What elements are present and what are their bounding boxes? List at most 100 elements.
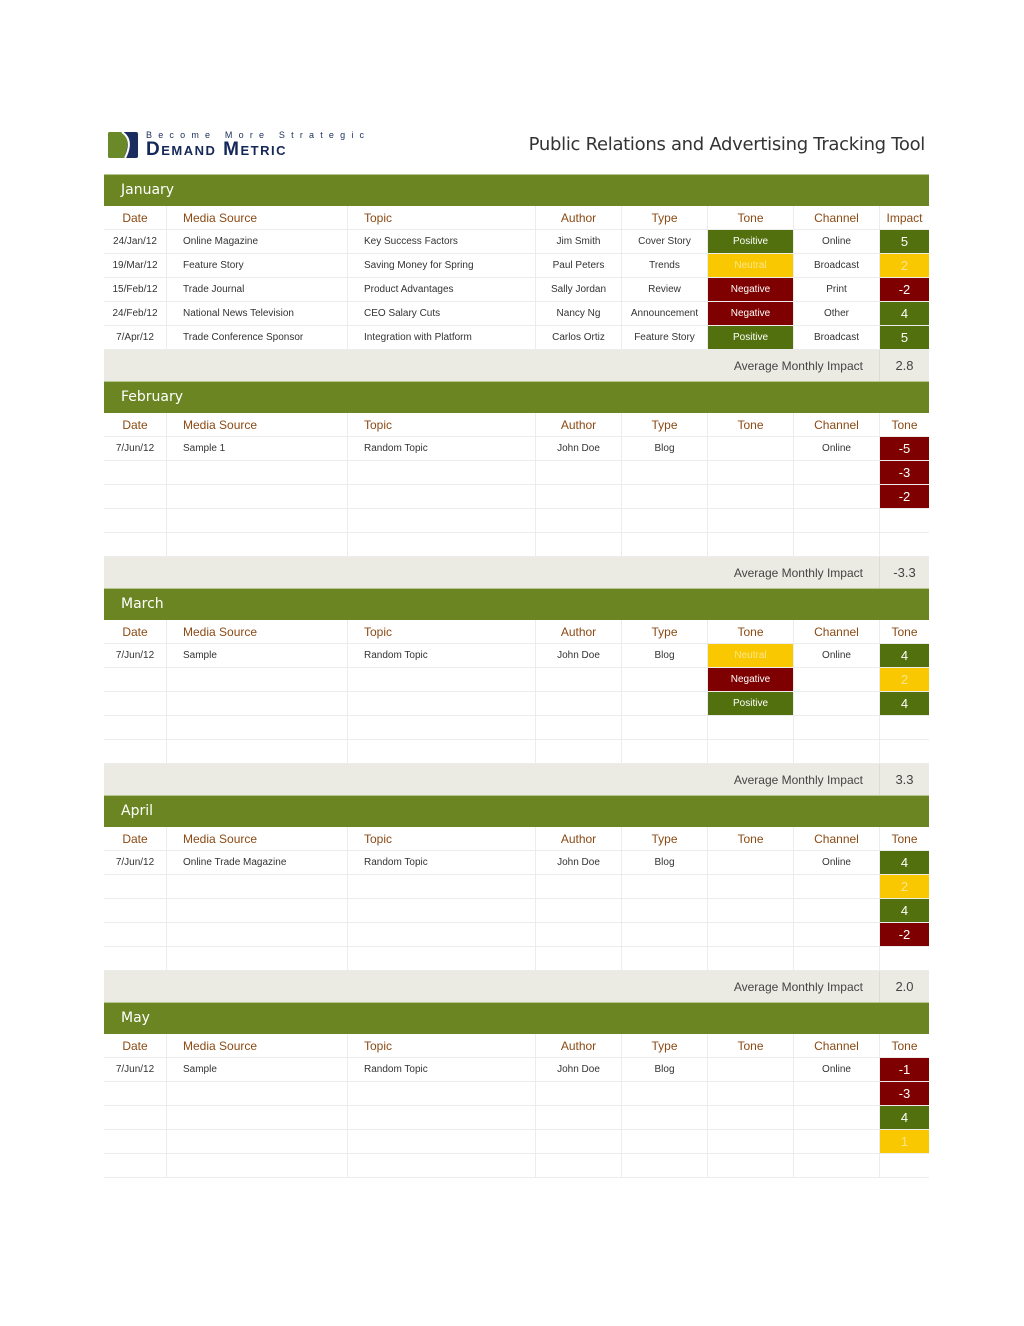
- cell-date[interactable]: 24/Feb/12: [104, 301, 167, 326]
- cell-media-source[interactable]: [166, 922, 348, 947]
- cell-author[interactable]: John Doe: [535, 1057, 622, 1082]
- cell-date[interactable]: 7/Jun/12: [104, 1057, 167, 1082]
- cell-date[interactable]: [104, 1105, 167, 1130]
- cell-channel[interactable]: Print: [793, 277, 880, 302]
- cell-author[interactable]: [535, 1081, 622, 1106]
- cell-date[interactable]: 15/Feb/12: [104, 277, 167, 302]
- cell-tone[interactable]: Positive: [707, 325, 794, 350]
- cell-author[interactable]: [535, 1153, 622, 1178]
- cell-tone[interactable]: [707, 898, 794, 923]
- cell-type[interactable]: [621, 898, 708, 923]
- cell-author[interactable]: Sally Jordan: [535, 277, 622, 302]
- cell-date[interactable]: 7/Jun/12: [104, 436, 167, 461]
- cell-topic[interactable]: [347, 898, 536, 923]
- cell-media-source[interactable]: Online Magazine: [166, 229, 348, 254]
- cell-channel[interactable]: [793, 946, 880, 971]
- cell-impact[interactable]: 4: [879, 1105, 929, 1130]
- cell-channel[interactable]: [793, 922, 880, 947]
- cell-author[interactable]: [535, 1105, 622, 1130]
- cell-author[interactable]: [535, 874, 622, 899]
- cell-topic[interactable]: Product Advantages: [347, 277, 536, 302]
- cell-topic[interactable]: Random Topic: [347, 436, 536, 461]
- cell-impact[interactable]: -2: [879, 277, 929, 302]
- cell-media-source[interactable]: [166, 667, 348, 692]
- cell-channel[interactable]: Online: [793, 1057, 880, 1082]
- cell-channel[interactable]: [793, 1105, 880, 1130]
- cell-type[interactable]: Blog: [621, 850, 708, 875]
- cell-channel[interactable]: Other: [793, 301, 880, 326]
- cell-tone[interactable]: Negative: [707, 301, 794, 326]
- cell-topic[interactable]: Key Success Factors: [347, 229, 536, 254]
- cell-tone[interactable]: [707, 1057, 794, 1082]
- cell-media-source[interactable]: National News Television: [166, 301, 348, 326]
- cell-tone[interactable]: [707, 484, 794, 509]
- cell-tone[interactable]: [707, 739, 794, 764]
- cell-type[interactable]: Feature Story: [621, 325, 708, 350]
- cell-impact[interactable]: 4: [879, 898, 929, 923]
- cell-channel[interactable]: [793, 484, 880, 509]
- cell-impact[interactable]: -3: [879, 460, 929, 485]
- cell-channel[interactable]: [793, 508, 880, 533]
- cell-author[interactable]: John Doe: [535, 436, 622, 461]
- cell-tone[interactable]: [707, 508, 794, 533]
- cell-tone[interactable]: Positive: [707, 691, 794, 716]
- cell-channel[interactable]: Online: [793, 850, 880, 875]
- cell-topic[interactable]: [347, 946, 536, 971]
- cell-type[interactable]: Announcement: [621, 301, 708, 326]
- cell-date[interactable]: 7/Apr/12: [104, 325, 167, 350]
- cell-topic[interactable]: [347, 739, 536, 764]
- cell-tone[interactable]: [707, 922, 794, 947]
- cell-tone[interactable]: [707, 1105, 794, 1130]
- cell-media-source[interactable]: [166, 691, 348, 716]
- cell-type[interactable]: Blog: [621, 436, 708, 461]
- cell-date[interactable]: 19/Mar/12: [104, 253, 167, 278]
- cell-topic[interactable]: [347, 874, 536, 899]
- cell-media-source[interactable]: [166, 946, 348, 971]
- cell-impact[interactable]: 4: [879, 643, 929, 668]
- cell-topic[interactable]: [347, 508, 536, 533]
- cell-date[interactable]: [104, 484, 167, 509]
- cell-date[interactable]: 7/Jun/12: [104, 643, 167, 668]
- cell-date[interactable]: [104, 691, 167, 716]
- cell-type[interactable]: [621, 460, 708, 485]
- cell-topic[interactable]: Integration with Platform: [347, 325, 536, 350]
- cell-impact[interactable]: -1: [879, 1057, 929, 1082]
- cell-channel[interactable]: [793, 874, 880, 899]
- cell-date[interactable]: [104, 874, 167, 899]
- cell-topic[interactable]: [347, 460, 536, 485]
- cell-type[interactable]: [621, 1129, 708, 1154]
- cell-tone[interactable]: [707, 1081, 794, 1106]
- cell-type[interactable]: [621, 739, 708, 764]
- cell-media-source[interactable]: [166, 1081, 348, 1106]
- cell-channel[interactable]: [793, 739, 880, 764]
- cell-date[interactable]: [104, 946, 167, 971]
- cell-media-source[interactable]: [166, 1105, 348, 1130]
- cell-tone[interactable]: Neutral: [707, 253, 794, 278]
- cell-author[interactable]: John Doe: [535, 643, 622, 668]
- cell-date[interactable]: [104, 739, 167, 764]
- cell-tone[interactable]: Negative: [707, 277, 794, 302]
- cell-tone[interactable]: [707, 436, 794, 461]
- cell-topic[interactable]: [347, 691, 536, 716]
- cell-channel[interactable]: Broadcast: [793, 253, 880, 278]
- cell-tone[interactable]: Positive: [707, 229, 794, 254]
- cell-topic[interactable]: [347, 922, 536, 947]
- cell-impact[interactable]: [879, 1153, 929, 1178]
- cell-channel[interactable]: [793, 715, 880, 740]
- cell-channel[interactable]: [793, 898, 880, 923]
- cell-impact[interactable]: -5: [879, 436, 929, 461]
- cell-impact[interactable]: 4: [879, 301, 929, 326]
- cell-topic[interactable]: [347, 715, 536, 740]
- cell-type[interactable]: [621, 946, 708, 971]
- cell-media-source[interactable]: Sample: [166, 643, 348, 668]
- cell-date[interactable]: [104, 1153, 167, 1178]
- cell-tone[interactable]: [707, 850, 794, 875]
- cell-impact[interactable]: 5: [879, 325, 929, 350]
- cell-tone[interactable]: Negative: [707, 667, 794, 692]
- cell-topic[interactable]: Random Topic: [347, 643, 536, 668]
- cell-date[interactable]: [104, 460, 167, 485]
- cell-date[interactable]: 24/Jan/12: [104, 229, 167, 254]
- cell-author[interactable]: [535, 460, 622, 485]
- cell-impact[interactable]: 2: [879, 253, 929, 278]
- cell-type[interactable]: [621, 691, 708, 716]
